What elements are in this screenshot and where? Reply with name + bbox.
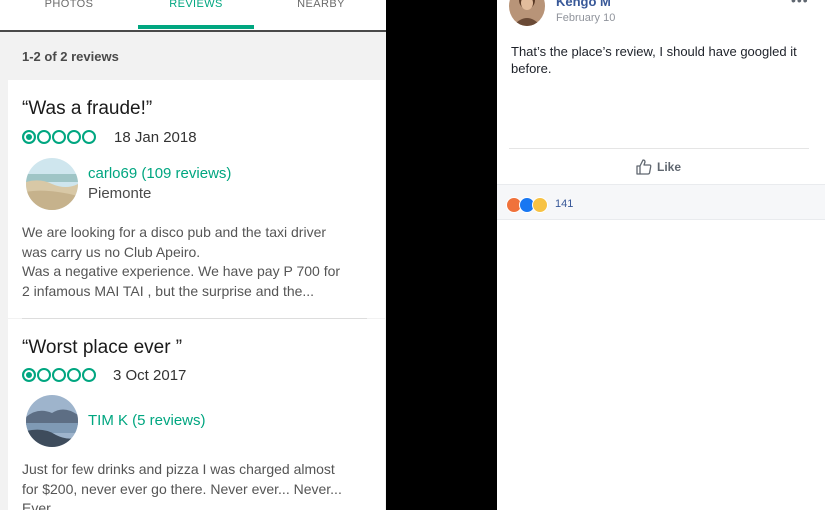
tab-nearby[interactable]: NEARBY <box>272 0 370 24</box>
sad-reaction-icon <box>532 197 548 213</box>
post-author[interactable]: Kengo M <box>556 0 611 9</box>
review-card: “Was a fraude!” 18 Jan 2018 carlo69 (109… <box>8 80 385 318</box>
review-title[interactable]: “Worst place ever ” <box>22 337 182 359</box>
reviewer-location: Piemonte <box>88 185 152 202</box>
rating-bubble-empty <box>52 130 66 144</box>
review-date: 3 Oct 2017 <box>113 367 187 384</box>
rating-bubble-empty <box>37 368 51 382</box>
tab-photos[interactable]: PHOTOS <box>20 0 118 24</box>
review-body: Just for few drinks and pizza I was char… <box>22 460 372 510</box>
rating-bubble-empty <box>52 368 66 382</box>
review-body-line: We are looking for a disco pub and the t… <box>22 224 327 240</box>
tab-reviews[interactable]: REVIEWS <box>138 0 254 24</box>
avatar[interactable] <box>26 158 78 210</box>
divider <box>509 148 809 149</box>
rating-bubbles <box>22 130 97 148</box>
review-count: 1-2 of 2 reviews <box>22 49 119 64</box>
reviews-panel: PHOTOS REVIEWS NEARBY 1-2 of 2 reviews “… <box>0 0 386 510</box>
reviewer-name[interactable]: carlo69 (109 reviews) <box>88 165 231 182</box>
rating-bubble-empty <box>67 368 81 382</box>
author-avatar[interactable] <box>509 0 545 26</box>
rating-bubble-empty <box>37 130 51 144</box>
thumbs-up-icon <box>636 159 652 175</box>
rating-bubble-filled <box>22 130 36 144</box>
rating-bubble-empty <box>67 130 81 144</box>
post-text: That’s the place’s review, I should have… <box>511 44 797 76</box>
rating-bubbles <box>22 368 97 386</box>
review-body-line: Was a negative experience. We have pay P… <box>22 263 341 279</box>
reactions-bar: 141 <box>497 184 825 220</box>
facebook-post: Kengo M February 10 ••• That’s the place… <box>497 0 825 510</box>
review-date: 18 Jan 2018 <box>114 129 197 146</box>
rating-bubble-empty <box>82 130 96 144</box>
rating-bubble-empty <box>82 368 96 382</box>
review-body-line: Just for few drinks and pizza I was char… <box>22 461 335 477</box>
review-card: “Worst place ever ” 3 Oct 2017 TIM K (5 … <box>8 319 385 510</box>
review-body-line: for $200, never ever go there. Never eve… <box>22 480 342 497</box>
reviewer-name[interactable]: TIM K (5 reviews) <box>88 412 206 429</box>
like-label: Like <box>657 160 682 174</box>
avatar[interactable] <box>26 395 78 447</box>
tab-bar: PHOTOS REVIEWS NEARBY <box>0 0 386 32</box>
review-title[interactable]: “Was a fraude!” <box>22 98 152 120</box>
review-body-line: 2 infamous MAI TAI , but the surprise an… <box>22 282 315 299</box>
rating-bubble-filled <box>22 368 36 382</box>
active-tab-indicator <box>138 25 254 29</box>
review-body-line: Ever <box>22 500 51 510</box>
more-options-icon[interactable]: ••• <box>791 0 809 8</box>
review-body: We are looking for a disco pub and the t… <box>22 223 372 301</box>
review-body-line: was carry us no Club Apeiro. <box>22 243 201 260</box>
post-date[interactable]: February 10 <box>556 12 615 24</box>
reaction-count[interactable]: 141 <box>555 198 573 210</box>
